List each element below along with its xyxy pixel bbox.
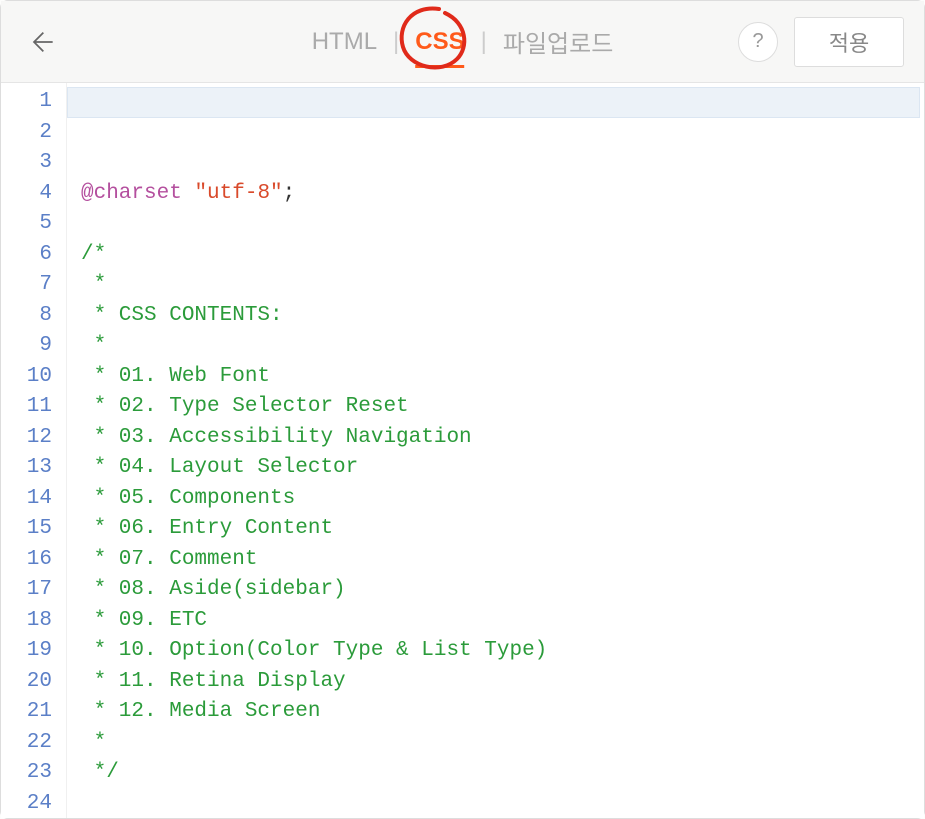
line-number: 7 [1, 270, 52, 301]
tab-upload[interactable]: 파일업로드 [493, 20, 623, 63]
apply-button[interactable]: 적용 [794, 17, 904, 67]
line-number: 19 [1, 636, 52, 667]
code-line[interactable] [81, 209, 924, 240]
code-line[interactable]: * 08. Aside(sidebar) [81, 575, 924, 606]
code-line[interactable]: * CSS CONTENTS: [81, 301, 924, 332]
line-number: 9 [1, 331, 52, 362]
code-line[interactable]: * [81, 331, 924, 362]
tab-html[interactable]: HTML [302, 24, 387, 60]
code-editor[interactable]: 123456789101112131415161718192021222324 … [1, 83, 924, 818]
code-line[interactable]: * 09. ETC [81, 606, 924, 637]
arrow-left-icon [27, 28, 55, 56]
header-bar: HTML | CSS | 파일업로드 ? 적용 [1, 1, 924, 83]
line-number: 11 [1, 392, 52, 423]
code-line[interactable]: @charset "utf-8"; [81, 179, 924, 210]
tab-bar: HTML | CSS | 파일업로드 [302, 20, 624, 63]
code-line[interactable]: * 04. Layout Selector [81, 453, 924, 484]
line-number: 18 [1, 606, 52, 637]
line-number: 23 [1, 758, 52, 789]
code-line[interactable]: * 02. Type Selector Reset [81, 392, 924, 423]
line-number: 14 [1, 484, 52, 515]
header-right-controls: ? 적용 [738, 17, 904, 67]
line-number: 15 [1, 514, 52, 545]
line-number: 2 [1, 118, 52, 149]
code-line[interactable]: * 05. Components [81, 484, 924, 515]
back-button[interactable] [21, 22, 61, 62]
help-button[interactable]: ? [738, 22, 778, 62]
code-line[interactable]: * 10. Option(Color Type & List Type) [81, 636, 924, 667]
line-gutter: 123456789101112131415161718192021222324 [1, 83, 67, 818]
line-number: 24 [1, 789, 52, 819]
code-line[interactable]: * [81, 728, 924, 759]
code-line[interactable]: * 07. Comment [81, 545, 924, 576]
line-number: 21 [1, 697, 52, 728]
line-number: 10 [1, 362, 52, 393]
line-number: 13 [1, 453, 52, 484]
code-line[interactable]: /* [81, 240, 924, 271]
code-line[interactable] [81, 789, 924, 819]
tab-divider: | [475, 28, 493, 56]
line-number: 3 [1, 148, 52, 179]
tab-divider: | [387, 28, 405, 56]
line-number: 20 [1, 667, 52, 698]
code-line[interactable]: * 12. Media Screen [81, 697, 924, 728]
line-number: 5 [1, 209, 52, 240]
line-number: 1 [1, 87, 52, 118]
line-number: 12 [1, 423, 52, 454]
line-number: 22 [1, 728, 52, 759]
line-number: 17 [1, 575, 52, 606]
code-area[interactable]: @charset "utf-8"; /* * * CSS CONTENTS: *… [67, 83, 924, 818]
line-number: 4 [1, 179, 52, 210]
line-number: 16 [1, 545, 52, 576]
line-number: 6 [1, 240, 52, 271]
tab-css[interactable]: CSS [405, 24, 474, 60]
code-line[interactable]: */ [81, 758, 924, 789]
code-line[interactable]: * 11. Retina Display [81, 667, 924, 698]
line-number: 8 [1, 301, 52, 332]
active-line-highlight [67, 87, 920, 118]
code-line[interactable]: * 01. Web Font [81, 362, 924, 393]
code-line[interactable]: * 06. Entry Content [81, 514, 924, 545]
code-line[interactable]: * 03. Accessibility Navigation [81, 423, 924, 454]
code-line[interactable]: * [81, 270, 924, 301]
